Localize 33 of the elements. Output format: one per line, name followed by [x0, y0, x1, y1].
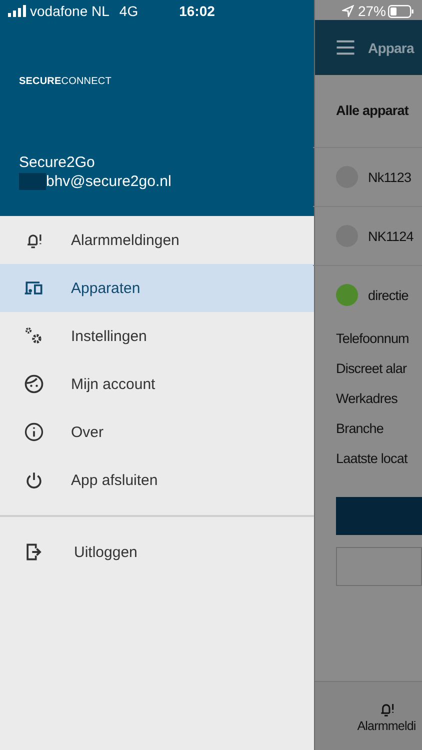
menu-item[interactable]: Over — [0, 408, 314, 456]
menu-item[interactable]: Mijn account — [0, 360, 314, 408]
menu-item[interactable]: Alarmmeldingen — [0, 216, 314, 264]
section-title: Alle apparat — [313, 75, 422, 148]
detail-label: Telefoonnum — [336, 330, 410, 348]
redaction-block — [19, 173, 46, 190]
menu-item[interactable]: App afsluiten — [0, 456, 314, 504]
detail-label: Werkadres — [336, 390, 398, 408]
screen-title: Appara — [368, 40, 414, 56]
detail-label: Branche — [336, 420, 384, 438]
device-row[interactable]: Nk1123 — [313, 148, 422, 207]
device-row[interactable]: directie — [336, 266, 422, 324]
detail-label: Discreet alar — [336, 360, 408, 378]
info-icon — [23, 421, 45, 443]
device-row[interactable]: NK1124 — [313, 207, 422, 266]
user-email: bhv@secure2go.nl — [46, 173, 172, 190]
bottom-nav-item[interactable]: Alarmmeldi — [315, 681, 422, 750]
battery-percent: 27% — [358, 3, 386, 19]
detail-label: Laatste locat — [336, 450, 409, 468]
network-type: 4G — [119, 3, 138, 19]
menu-item[interactable]: Instellingen — [0, 312, 314, 360]
face-icon — [23, 373, 45, 395]
signal-icon — [8, 5, 26, 17]
clock-time: 16:02 — [179, 3, 215, 19]
menu-item[interactable]: Apparaten — [0, 264, 314, 312]
carrier-name: vodafone NL — [30, 3, 110, 19]
battery-icon — [388, 4, 414, 18]
user-name: Secure2Go — [19, 154, 95, 171]
outline-button[interactable] — [336, 547, 422, 586]
logo: SECURECONNECT — [19, 76, 112, 87]
location-arrow-icon — [342, 5, 354, 17]
action-button[interactable] — [336, 497, 422, 535]
logout-item[interactable]: Uitloggen — [0, 527, 314, 577]
